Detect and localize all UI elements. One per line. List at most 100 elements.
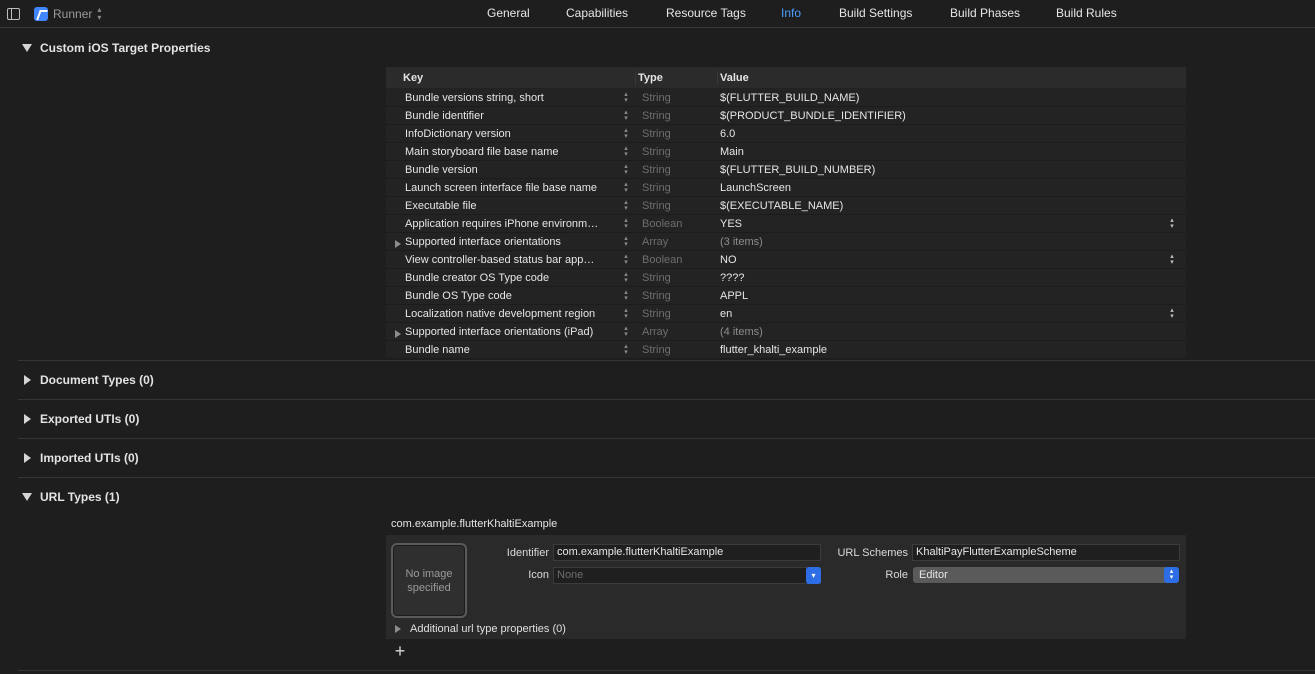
plist-type[interactable]: Array [636,236,716,248]
key-stepper-icon[interactable]: ▴ ▾ [616,251,636,269]
plist-row[interactable]: Supported interface orientations ▴ ▾ Array(… [386,233,1186,251]
plist-key[interactable]: Bundle name [386,344,616,356]
plist-key[interactable]: Launch screen interface file base name [386,182,616,194]
plist-type[interactable]: String [636,308,716,320]
tab-capabilities[interactable]: Capabilities [566,6,628,20]
plist-type[interactable]: String [636,164,716,176]
plist-value[interactable]: (3 items) [716,236,1186,248]
plist-key[interactable]: Main storyboard file base name [386,146,616,158]
plist-row[interactable]: Localization native development region ▴ ▾… [386,305,1186,323]
key-stepper-icon[interactable]: ▴ ▾ [616,161,636,179]
plist-row[interactable]: Executable file ▴ ▾ String $(EXECUTABLE_NAME… [386,197,1186,215]
plist-row[interactable]: Supported interface orientations (iPad) ▴… [386,323,1186,341]
plist-type[interactable]: String [636,290,716,302]
tab-resource-tags[interactable]: Resource Tags [666,6,746,20]
plist-value[interactable]: $(PRODUCT_BUNDLE_IDENTIFIER) [716,110,1186,122]
plist-row[interactable]: View controller-based status bar app… ▴ ▾ B… [386,251,1186,269]
plist-key[interactable]: Supported interface orientations (iPad) [386,326,616,338]
section-document-types[interactable]: Document Types (0) [22,371,154,389]
section-exported-utis[interactable]: Exported UTIs (0) [22,410,139,428]
plist-type[interactable]: Boolean [636,254,716,266]
tab-build-phases[interactable]: Build Phases [950,6,1020,20]
plist-key[interactable]: InfoDictionary version [386,128,616,140]
plist-key[interactable]: View controller-based status bar app… [386,254,616,266]
chevron-updown-icon[interactable]: ▴ ▾ [1164,217,1180,230]
plist-key[interactable]: Supported interface orientations [386,236,616,248]
tab-info[interactable]: Info [781,6,801,20]
plist-value[interactable]: (4 items) [716,326,1186,338]
column-header-type[interactable]: Type [636,70,718,85]
plist-value[interactable]: LaunchScreen [716,182,1186,194]
plist-row[interactable]: Application requires iPhone environm… ▴ ▾ B… [386,215,1186,233]
icon-select[interactable]: None ▾ [553,567,821,584]
plist-row[interactable]: Bundle versions string, short ▴ ▾ String $(F… [386,89,1186,107]
plist-type[interactable]: Boolean [636,218,716,230]
plist-type[interactable]: String [636,128,716,140]
plist-row[interactable]: Bundle creator OS Type code ▴ ▾ String???? [386,269,1186,287]
key-stepper-icon[interactable]: ▴ ▾ [616,197,636,215]
plist-type[interactable]: String [636,92,716,104]
plist-key[interactable]: Application requires iPhone environm… [386,218,616,230]
key-stepper-icon[interactable]: ▴ ▾ [616,305,636,323]
section-imported-utis[interactable]: Imported UTIs (0) [22,449,139,467]
key-stepper-icon[interactable]: ▴ ▾ [616,341,636,359]
additional-url-type-properties[interactable]: Additional url type properties (0) [393,623,566,635]
plist-row[interactable]: Main storyboard file base name ▴ ▾ String Ma… [386,143,1186,161]
section-custom-ios-target-properties[interactable]: Custom iOS Target Properties [22,39,210,57]
key-stepper-icon[interactable]: ▴ ▾ [616,233,636,251]
key-stepper-icon[interactable]: ▴ ▾ [616,125,636,143]
chevron-updown-icon[interactable]: ▴ ▾ [1164,567,1179,583]
plist-value[interactable]: $(FLUTTER_BUILD_NUMBER) [716,164,1186,176]
plist-value[interactable]: 6.0 [716,128,1186,140]
key-stepper-icon[interactable]: ▴ ▾ [616,215,636,233]
column-header-value[interactable]: Value [718,72,1186,84]
key-stepper-icon[interactable]: ▴ ▾ [616,179,636,197]
plist-row[interactable]: Bundle OS Type code ▴ ▾ String APPL [386,287,1186,305]
tab-build-rules[interactable]: Build Rules [1056,6,1117,20]
plist-value[interactable]: APPL [716,290,1186,302]
plist-type[interactable]: String [636,110,716,122]
plist-key[interactable]: Executable file [386,200,616,212]
chevron-down-icon[interactable]: ▾ [806,567,821,584]
section-url-types[interactable]: URL Types (1) [22,488,120,506]
plist-type[interactable]: Array [636,326,716,338]
plist-value[interactable]: Main [716,146,1186,158]
plist-value[interactable]: en [716,308,1164,320]
plist-row[interactable]: InfoDictionary version ▴ ▾ String 6.0 [386,125,1186,143]
plist-value[interactable]: flutter_khalti_example [716,344,1186,356]
disclosure-collapsed-icon[interactable] [395,329,401,338]
key-stepper-icon[interactable]: ▴ ▾ [616,107,636,125]
column-header-key[interactable]: Key [386,70,636,85]
tab-general[interactable]: General [487,6,530,20]
plist-key[interactable]: Bundle identifier [386,110,616,122]
disclosure-collapsed-icon[interactable] [395,239,401,248]
plist-value[interactable]: $(FLUTTER_BUILD_NAME) [716,92,1186,104]
identifier-field[interactable]: com.example.flutterKhaltiExample [553,544,821,561]
key-stepper-icon[interactable]: ▴ ▾ [616,89,636,107]
plist-value[interactable]: YES [716,218,1164,230]
chevron-updown-icon[interactable]: ▴ ▾ [1164,307,1180,320]
plist-type[interactable]: String [636,344,716,356]
plist-type[interactable]: String [636,272,716,284]
key-stepper-icon[interactable]: ▴ ▾ [616,287,636,305]
url-type-image-well[interactable]: No image specified [391,543,467,618]
url-schemes-field[interactable]: KhaltiPayFlutterExampleScheme [912,544,1180,561]
plist-key[interactable]: Bundle version [386,164,616,176]
plist-type[interactable]: String [636,146,716,158]
role-popup[interactable]: Editor ▴ ▾ [913,567,1179,583]
plist-key[interactable]: Bundle OS Type code [386,290,616,302]
plist-key[interactable]: Bundle creator OS Type code [386,272,616,284]
plist-value[interactable]: ???? [716,272,1186,284]
add-url-type-button[interactable]: + [392,642,408,660]
plist-row[interactable]: Launch screen interface file base name ▴ ▾… [386,179,1186,197]
key-stepper-icon[interactable]: ▴ ▾ [616,323,636,341]
plist-type[interactable]: String [636,200,716,212]
plist-value[interactable]: $(EXECUTABLE_NAME) [716,200,1186,212]
plist-row[interactable]: Bundle identifier ▴ ▾ String $(PRODUCT_BUNDL… [386,107,1186,125]
chevron-updown-icon[interactable]: ▴ ▾ [1164,253,1180,266]
plist-value[interactable]: NO [716,254,1164,266]
key-stepper-icon[interactable]: ▴ ▾ [616,269,636,287]
plist-row[interactable]: Bundle version ▴ ▾ String $(FLUTTER_BUILD_NU… [386,161,1186,179]
plist-key[interactable]: Localization native development region [386,308,616,320]
plist-key[interactable]: Bundle versions string, short [386,92,616,104]
